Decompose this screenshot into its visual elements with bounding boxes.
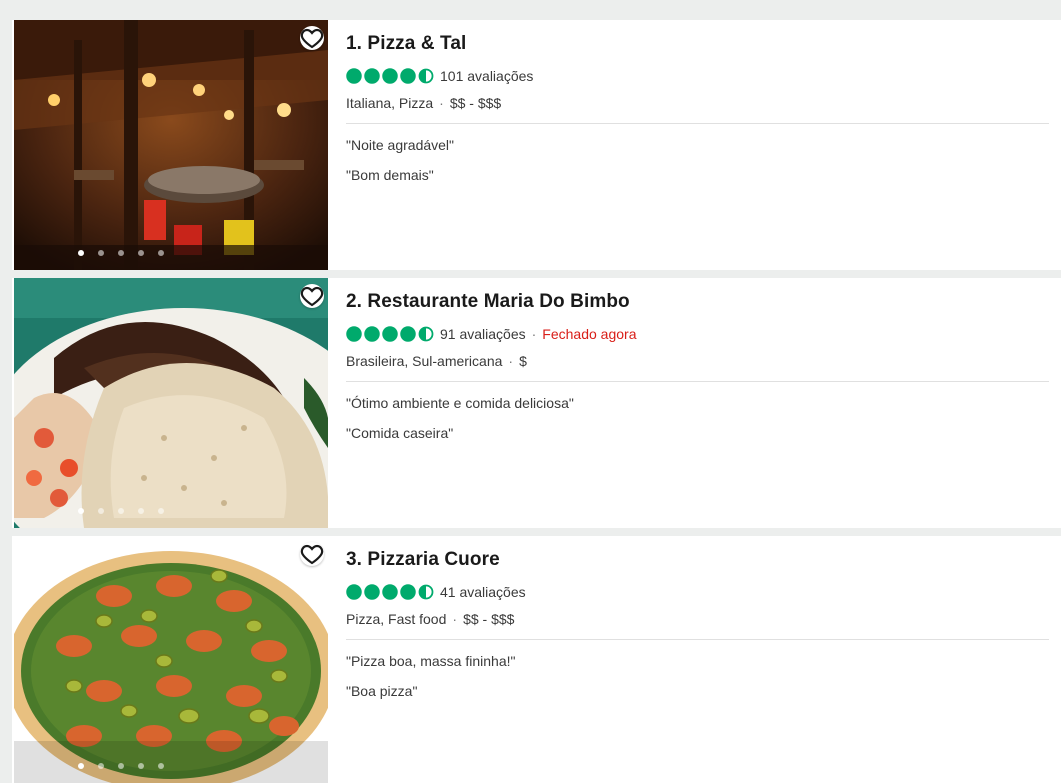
restaurant-photo[interactable] [14, 536, 328, 783]
carousel-dot[interactable] [118, 508, 124, 514]
restaurant-title[interactable]: 1. Pizza & Tal [346, 33, 466, 55]
cuisine-price-row: Pizza, Fast food · $$ - $$$ [346, 611, 515, 627]
carousel-dot[interactable] [158, 250, 164, 256]
rating-bubble-full-icon [382, 584, 398, 600]
open-status: Fechado agora [542, 326, 637, 342]
save-favorite-button[interactable] [300, 284, 324, 308]
rating-bubble-full-icon [382, 68, 398, 84]
rating-row: 101 avaliações [346, 68, 533, 84]
rating-bubble-full-icon [400, 584, 416, 600]
food-plate-image [14, 278, 328, 528]
save-favorite-button[interactable] [300, 542, 324, 566]
rating-row: 41 avaliações [346, 584, 526, 600]
rating-bubble-full-icon [400, 68, 416, 84]
divider [346, 381, 1049, 382]
carousel-dot[interactable] [78, 763, 84, 769]
carousel-dot[interactable] [98, 508, 104, 514]
review-snippet[interactable]: "Noite agradável" [346, 137, 454, 153]
carousel-dot[interactable] [138, 508, 144, 514]
rating-bubble-half-icon [418, 584, 434, 600]
photo-carousel-dots[interactable] [14, 763, 328, 769]
rating-bubble-full-icon [346, 584, 362, 600]
rating-bubble-full-icon [346, 68, 362, 84]
review-snippet[interactable]: "Bom demais" [346, 167, 434, 183]
restaurant-title[interactable]: 3. Pizzaria Cuore [346, 549, 500, 571]
carousel-dot[interactable] [78, 508, 84, 514]
carousel-dot[interactable] [138, 763, 144, 769]
rating-bubble-full-icon [346, 326, 362, 342]
rating-row: 91 avaliações · Fechado agora [346, 326, 636, 342]
cuisine-text: Italiana, Pizza [346, 95, 434, 111]
divider [346, 639, 1049, 640]
cuisine-price-row: Italiana, Pizza · $$ - $$$ [346, 95, 502, 111]
carousel-dot[interactable] [118, 763, 124, 769]
heart-outline-icon [300, 28, 324, 49]
photo-carousel-dots[interactable] [14, 250, 328, 256]
restaurant-card[interactable]: 2. Restaurante Maria Do Bimbo 91 avaliaç… [12, 278, 1061, 528]
restaurant-photo[interactable] [14, 20, 328, 270]
review-snippet[interactable]: "Comida caseira" [346, 425, 453, 441]
divider [346, 123, 1049, 124]
price-range: $ [519, 353, 527, 369]
save-favorite-button[interactable] [300, 26, 324, 50]
rating-bubbles [346, 326, 434, 342]
rating-bubbles [346, 584, 434, 600]
rating-bubble-full-icon [382, 326, 398, 342]
cuisine-text: Brasileira, Sul-americana [346, 353, 503, 369]
carousel-dot[interactable] [158, 763, 164, 769]
price-range: $$ - $$$ [463, 611, 515, 627]
rating-bubbles [346, 68, 434, 84]
carousel-dot[interactable] [118, 250, 124, 256]
rating-bubble-full-icon [364, 326, 380, 342]
review-snippet[interactable]: "Ótimo ambiente e comida deliciosa" [346, 395, 574, 411]
restaurant-title[interactable]: 2. Restaurante Maria Do Bimbo [346, 291, 630, 313]
restaurant-info: 3. Pizzaria Cuore 41 avaliações Pizza, F… [346, 536, 1061, 783]
carousel-dot[interactable] [158, 508, 164, 514]
pizza-image [14, 536, 328, 783]
carousel-dot[interactable] [138, 250, 144, 256]
review-count-link[interactable]: 101 avaliações [440, 68, 533, 84]
review-snippet[interactable]: "Pizza boa, massa fininha!" [346, 653, 515, 669]
restaurant-card[interactable]: 1. Pizza & Tal 101 avaliações Italiana, … [12, 20, 1061, 270]
restaurant-photo[interactable] [14, 278, 328, 528]
heart-outline-icon [300, 544, 324, 565]
heart-outline-icon [300, 286, 324, 307]
photo-carousel-dots[interactable] [14, 508, 328, 514]
carousel-dot[interactable] [98, 763, 104, 769]
review-count-link[interactable]: 91 avaliações [440, 326, 526, 342]
carousel-dot[interactable] [78, 250, 84, 256]
review-count-link[interactable]: 41 avaliações [440, 584, 526, 600]
restaurant-info: 1. Pizza & Tal 101 avaliações Italiana, … [346, 20, 1061, 270]
cuisine-text: Pizza, Fast food [346, 611, 447, 627]
restaurant-interior-image [14, 20, 328, 270]
carousel-dot[interactable] [98, 250, 104, 256]
rating-bubble-half-icon [418, 68, 434, 84]
rating-bubble-half-icon [418, 326, 434, 342]
cuisine-price-row: Brasileira, Sul-americana · $ [346, 353, 527, 369]
price-range: $$ - $$$ [449, 95, 502, 111]
restaurant-card[interactable]: 3. Pizzaria Cuore 41 avaliações Pizza, F… [12, 536, 1061, 783]
rating-bubble-full-icon [364, 584, 380, 600]
restaurant-list: 1. Pizza & Tal 101 avaliações Italiana, … [12, 10, 1061, 783]
restaurant-info: 2. Restaurante Maria Do Bimbo 91 avaliaç… [346, 278, 1061, 528]
rating-bubble-full-icon [364, 68, 380, 84]
rating-bubble-full-icon [400, 326, 416, 342]
review-snippet[interactable]: "Boa pizza" [346, 683, 417, 699]
